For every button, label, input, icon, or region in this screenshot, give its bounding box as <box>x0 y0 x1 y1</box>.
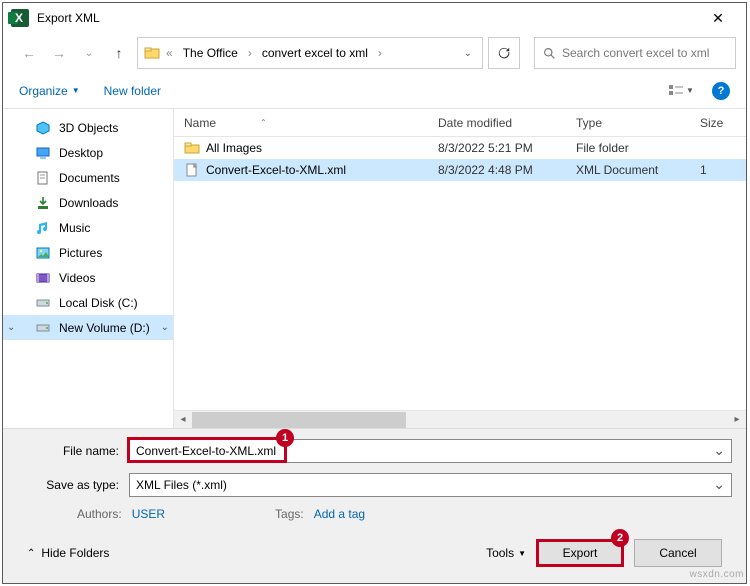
watermark: wsxdn.com <box>689 569 744 580</box>
tags-label: Tags: <box>275 507 304 521</box>
downloads-icon <box>35 195 51 211</box>
savetype-row: Save as type: XML Files (*.xml) <box>17 473 732 497</box>
navigation-row: ← → ⌄ ↑ « The Office › convert excel to … <box>3 33 746 73</box>
horizontal-scrollbar[interactable]: ◂ ▸ <box>174 410 746 428</box>
drive-icon <box>35 320 51 336</box>
scroll-right-icon[interactable]: ▸ <box>728 412 746 428</box>
action-row: ⌃ Hide Folders Tools ▼ 2 Export Cancel <box>17 527 732 579</box>
3d-objects-icon <box>35 120 51 136</box>
up-button[interactable]: ↑ <box>107 41 131 65</box>
callout-badge-1: 1 <box>276 429 294 447</box>
search-icon <box>543 47 556 60</box>
filename-input[interactable] <box>136 444 725 458</box>
callout-badge-2: 2 <box>611 529 629 547</box>
window-title: Export XML <box>37 11 100 25</box>
sidebar-item-local-disk-c[interactable]: Local Disk (C:) <box>3 290 173 315</box>
file-row-xml[interactable]: Convert-Excel-to-XML.xml 8/3/2022 4:48 P… <box>174 159 746 181</box>
scroll-track[interactable] <box>192 412 728 428</box>
caret-down-icon: ▼ <box>518 549 526 558</box>
bottom-panel: File name: 1 Save as type: XML Files (*.… <box>3 428 746 583</box>
column-headers: Name⌃ Date modified Type Size <box>174 109 746 137</box>
forward-button: → <box>47 41 71 65</box>
search-box[interactable]: Search convert excel to xml <box>534 37 736 69</box>
sidebar-item-documents[interactable]: Documents <box>3 165 173 190</box>
savetype-label: Save as type: <box>17 478 129 492</box>
desktop-icon <box>35 145 51 161</box>
tools-menu[interactable]: Tools ▼ <box>486 546 526 560</box>
address-bar[interactable]: « The Office › convert excel to xml › ⌄ <box>137 37 483 69</box>
pictures-icon <box>35 245 51 261</box>
help-button[interactable]: ? <box>712 82 730 100</box>
folder-icon <box>144 45 160 61</box>
chevron-down-icon[interactable]: ⌄ <box>7 322 15 333</box>
chevron-right-icon-2[interactable]: › <box>376 46 384 60</box>
tags-value[interactable]: Add a tag <box>314 507 365 521</box>
column-name[interactable]: Name⌃ <box>174 109 428 136</box>
filename-label: File name: <box>17 444 129 458</box>
filename-row: File name: 1 <box>17 439 732 463</box>
breadcrumb-folder-1[interactable]: The Office <box>179 44 242 62</box>
chevron-right-icon[interactable]: › <box>246 46 254 60</box>
titlebar: X Export XML ✕ <box>3 3 746 33</box>
sidebar-item-videos[interactable]: Videos <box>3 265 173 290</box>
back-button[interactable]: ← <box>17 41 41 65</box>
file-pane: Name⌃ Date modified Type Size All Images… <box>173 109 746 428</box>
sidebar-item-3d-objects[interactable]: 3D Objects <box>3 115 173 140</box>
file-row-folder[interactable]: All Images 8/3/2022 5:21 PM File folder <box>174 137 746 159</box>
sidebar-item-desktop[interactable]: Desktop <box>3 140 173 165</box>
column-type[interactable]: Type <box>566 109 690 136</box>
chevron-up-icon: ⌃ <box>27 548 35 559</box>
excel-icon: X <box>11 9 29 27</box>
breadcrumb-sep-icon: « <box>164 46 175 60</box>
caret-down-icon: ▼ <box>72 86 80 95</box>
export-button[interactable]: Export <box>536 539 624 567</box>
documents-icon <box>35 170 51 186</box>
sidebar-item-downloads[interactable]: Downloads <box>3 190 173 215</box>
file-icon <box>184 162 200 178</box>
refresh-button[interactable] <box>488 37 520 69</box>
music-icon <box>35 220 51 236</box>
sidebar-item-new-volume-d[interactable]: ⌄ New Volume (D:) ⌄ <box>3 315 173 340</box>
view-options-button[interactable]: ▼ <box>664 80 698 102</box>
folder-icon <box>184 140 200 156</box>
breadcrumb-folder-2[interactable]: convert excel to xml <box>258 44 372 62</box>
videos-icon <box>35 270 51 286</box>
scroll-left-icon[interactable]: ◂ <box>174 412 192 428</box>
file-list: All Images 8/3/2022 5:21 PM File folder … <box>174 137 746 410</box>
authors-label: Authors: <box>77 507 122 521</box>
filename-input-wrapper <box>129 439 732 463</box>
close-button[interactable]: ✕ <box>698 4 738 32</box>
column-size[interactable]: Size <box>690 109 746 136</box>
scroll-thumb[interactable] <box>192 412 406 428</box>
new-folder-button[interactable]: New folder <box>104 84 161 98</box>
organize-menu[interactable]: Organize▼ <box>19 84 80 98</box>
sort-indicator-icon: ⌃ <box>260 118 267 127</box>
hide-folders-button[interactable]: ⌃ Hide Folders <box>27 546 109 560</box>
drive-icon <box>35 295 51 311</box>
address-dropdown-icon[interactable]: ⌄ <box>460 48 476 59</box>
sidebar: 3D Objects Desktop Documents Downloads M… <box>3 109 173 428</box>
main-area: 3D Objects Desktop Documents Downloads M… <box>3 109 746 428</box>
export-xml-dialog: X Export XML ✕ ← → ⌄ ↑ « The Office › co… <box>2 2 747 584</box>
search-placeholder: Search convert excel to xml <box>562 46 709 60</box>
column-date[interactable]: Date modified <box>428 109 566 136</box>
meta-row: Authors: USER Tags: Add a tag <box>17 507 732 527</box>
toolbar: Organize▼ New folder ▼ ? <box>3 73 746 109</box>
cancel-button[interactable]: Cancel <box>634 539 722 567</box>
recent-locations-button[interactable]: ⌄ <box>77 41 101 65</box>
authors-value[interactable]: USER <box>132 507 165 521</box>
caret-down-icon: ▼ <box>686 86 694 95</box>
sidebar-item-pictures[interactable]: Pictures <box>3 240 173 265</box>
sidebar-item-music[interactable]: Music <box>3 215 173 240</box>
savetype-select[interactable]: XML Files (*.xml) <box>129 473 732 497</box>
chevron-down-icon: ⌄ <box>161 322 169 333</box>
